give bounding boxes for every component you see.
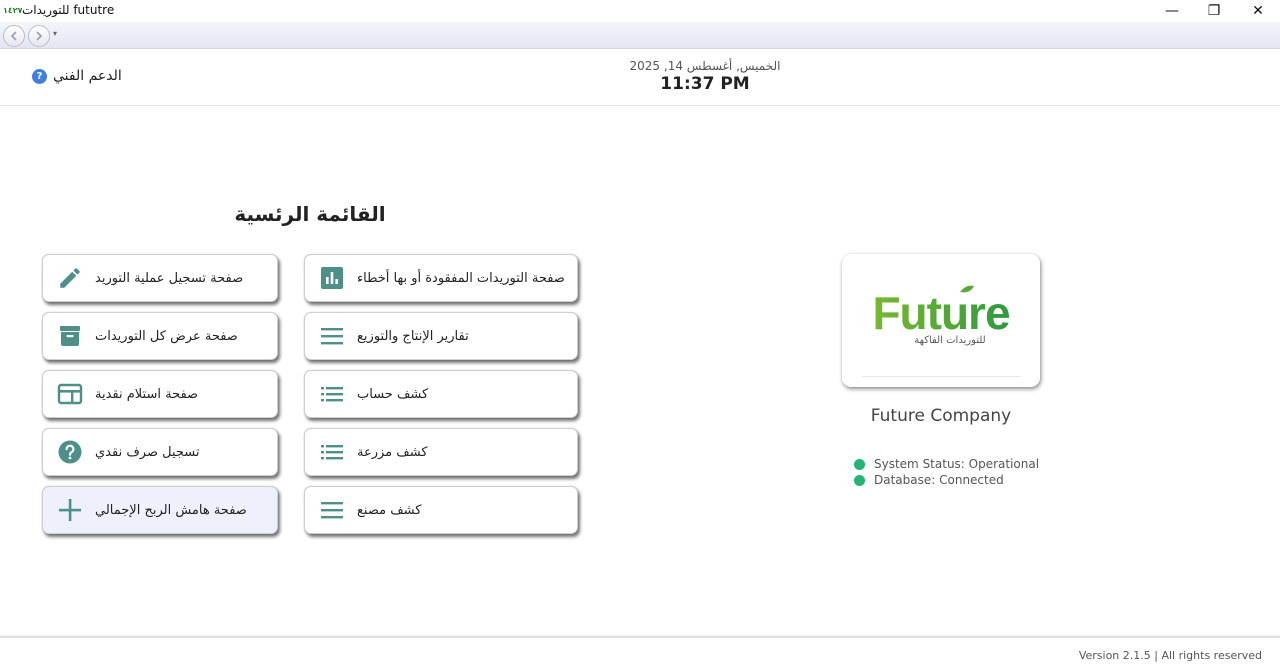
menu-item-label: تسجيل صرف نقدي [95, 444, 200, 460]
record-supply-button[interactable]: صفحة تسجيل عملية التوريد [42, 254, 278, 302]
cash-expense-button[interactable]: تسجيل صرف نقدي [42, 428, 278, 476]
list-icon [319, 439, 345, 465]
support-link[interactable]: ? الدعم الفني [32, 68, 122, 84]
plus-icon [57, 497, 83, 523]
gross-margin-button[interactable]: صفحة هامش الربح الإجمالي [42, 486, 278, 534]
window-title: للتوريدات fututre [22, 3, 115, 17]
question-circle-icon: ? [32, 68, 47, 84]
menu-item-label: تقارير الإنتاج والتوزيع [357, 328, 469, 344]
company-logo-card: Future للتوريدات الفاكهة [842, 254, 1040, 387]
footer-divider [0, 636, 1280, 638]
menu-lines-icon [319, 497, 345, 523]
company-name: Future Company [870, 406, 1012, 426]
cash-receipt-button[interactable]: صفحة استلام نقدية [42, 370, 278, 418]
close-button[interactable]: ✕ [1236, 0, 1280, 22]
status-dot-icon [854, 474, 865, 486]
current-date: الخميس, أغسطس 14, 2025 [629, 59, 781, 73]
arrow-right-icon [36, 31, 43, 41]
status-dot-icon [854, 458, 865, 470]
production-reports-button[interactable]: تقارير الإنتاج والتوزيع [304, 312, 578, 360]
view-supplies-button[interactable]: صفحة عرض كل التوريدات [42, 312, 278, 360]
app-icon: ١٤٢٧ [3, 6, 23, 15]
pencil-icon [57, 265, 83, 291]
version-info: Version 2.1.5 | All rights reserved [1078, 649, 1262, 662]
bar-chart-icon [319, 265, 345, 291]
minimize-button[interactable]: — [1150, 0, 1194, 22]
menu-title: القائمة الرئسية [234, 202, 386, 226]
wallet-card-icon [57, 381, 83, 407]
archive-box-icon [57, 323, 83, 349]
menu-lines-icon [319, 323, 345, 349]
svg-text:Future: Future [872, 287, 1010, 339]
account-statement-button[interactable]: كشف حساب [304, 370, 578, 418]
menu-item-label: صفحة عرض كل التوريدات [95, 328, 238, 344]
menu-item-label: كشف مصنع [357, 502, 422, 518]
database-status: Database: Connected [854, 473, 1004, 487]
back-button[interactable] [3, 25, 25, 47]
window-titlebar: ١٤٢٧ للتوريدات fututre — ❐ ✕ [0, 0, 1280, 22]
menu-item-label: كشف مزرعة [357, 444, 428, 460]
logo-divider [862, 376, 1020, 377]
factory-statement-button[interactable]: كشف مصنع [304, 486, 578, 534]
menu-item-label: صفحة هامش الربح الإجمالي [95, 502, 247, 518]
svg-text:للتوريدات الفاكهة: للتوريدات الفاكهة [914, 335, 985, 346]
future-logo: Future للتوريدات الفاكهة [872, 285, 1011, 346]
system-status: System Status: Operational [854, 457, 1039, 471]
menu-item-label: صفحة استلام نقدية [95, 386, 199, 402]
support-label: الدعم الفني [53, 68, 122, 84]
menu-item-label: صفحة التوريدات المفقودة أو بها أخطاء [357, 270, 565, 286]
menu-item-label: صفحة تسجيل عملية التوريد [95, 270, 244, 286]
arrow-left-icon [10, 31, 17, 41]
forward-button[interactable] [28, 25, 50, 47]
app-header: ? الدعم الفني الخميس, أغسطس 14, 2025 11:… [0, 50, 1280, 106]
menu-item-label: كشف حساب [357, 386, 429, 402]
current-time: 11:37 PM [660, 74, 750, 94]
system-status-text: System Status: Operational [874, 457, 1040, 471]
navigation-bar: ▾ [0, 22, 1280, 49]
database-status-text: Database: Connected [874, 473, 1004, 487]
missing-supplies-button[interactable]: صفحة التوريدات المفقودة أو بها أخطاء [304, 254, 578, 302]
help-circle-icon [57, 439, 83, 465]
maximize-button[interactable]: ❐ [1192, 0, 1236, 22]
farm-statement-button[interactable]: كشف مزرعة [304, 428, 578, 476]
history-dropdown-icon[interactable]: ▾ [53, 29, 57, 38]
list-icon [319, 381, 345, 407]
